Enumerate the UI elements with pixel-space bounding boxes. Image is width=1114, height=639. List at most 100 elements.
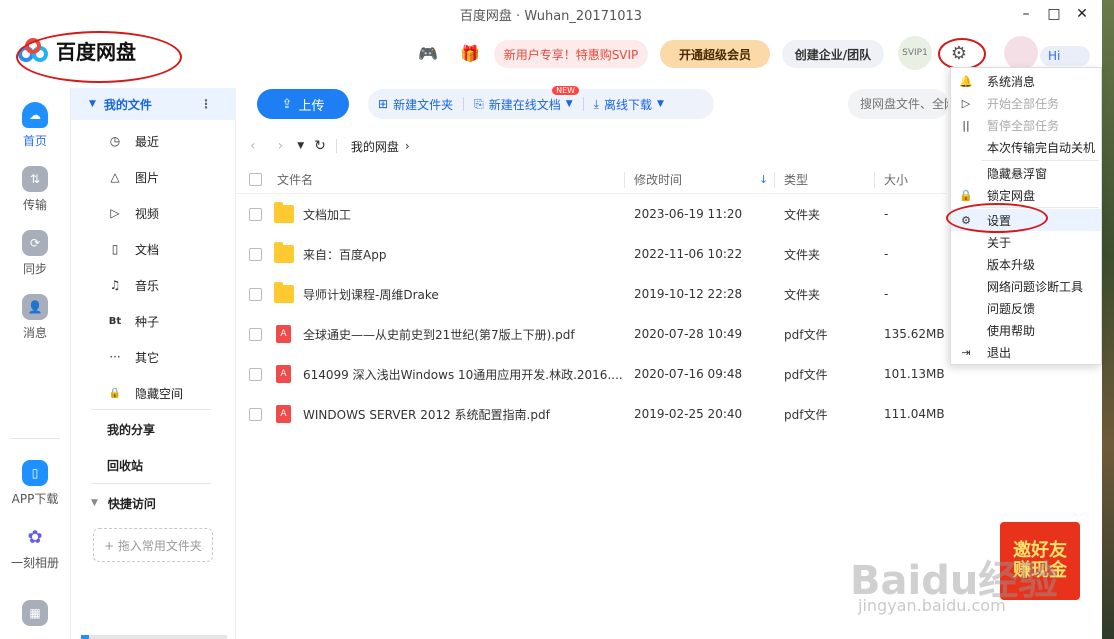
nav-label: 同步 <box>22 262 47 276</box>
settings-gear-icon[interactable]: ⚙ <box>946 40 972 66</box>
row-checkbox[interactable] <box>249 407 262 421</box>
menu-item-settings[interactable]: ⚙ 设置 <box>951 209 1101 231</box>
svip-avatar[interactable]: SVIP1 <box>898 36 932 70</box>
storage-progress-bar <box>81 635 227 639</box>
nav-app-download[interactable]: ▯ APP下载 <box>0 460 70 507</box>
menu-item-system-messages[interactable]: 🔔 系统消息 <box>951 70 1101 92</box>
table-row[interactable]: 文档加工 2023-06-19 11:20 文件夹 - <box>236 194 946 234</box>
menu-item-help[interactable]: 使用帮助 <box>951 319 1101 341</box>
menu-item-auto-shutdown[interactable]: 本次传输完自动关机 <box>951 136 1101 158</box>
sidebar-item-music[interactable]: ♫ 音乐 <box>71 269 236 301</box>
column-date[interactable]: 修改时间 <box>634 171 682 188</box>
file-name[interactable]: 文档加工 <box>303 206 623 223</box>
app-header: 百度网盘 🎮 🎁 新用户专享！特惠购SVIP 开通超级会员 创建企业/团队 SV… <box>0 28 1102 80</box>
create-team-button[interactable]: 创建企业/团队 <box>782 40 884 68</box>
menu-item-upgrade[interactable]: 版本升级 <box>951 253 1101 275</box>
maximize-button[interactable]: □ <box>1040 0 1068 28</box>
close-button[interactable]: ✕ <box>1068 0 1096 28</box>
search-input[interactable] <box>848 89 948 119</box>
menu-item-network-diagnose[interactable]: 网络问题诊断工具 <box>951 275 1101 297</box>
file-date: 2020-07-16 09:48 <box>634 367 743 381</box>
sidebar-item-torrents[interactable]: Bt 种子 <box>71 305 236 337</box>
phone-icon: ▯ <box>22 460 48 486</box>
lock-icon: 🔒 <box>959 188 973 202</box>
new-online-doc-button[interactable]: ⎘ 新建在线文档 ▼ NEW <box>464 85 583 113</box>
sidebar-item-images[interactable]: △ 图片 <box>71 161 236 193</box>
sidebar-item-videos[interactable]: ▷ 视频 <box>71 197 236 229</box>
nav-more[interactable]: ▦ <box>0 600 70 626</box>
table-row[interactable]: A WINDOWS SERVER 2012 系统配置指南.pdf 2019-02… <box>236 394 946 434</box>
row-checkbox[interactable] <box>249 207 262 221</box>
row-checkbox[interactable] <box>249 247 262 261</box>
menu-item-feedback[interactable]: 问题反馈 <box>951 297 1101 319</box>
sort-down-icon[interactable]: ↓ <box>759 173 768 186</box>
upload-button[interactable]: ⇪ 上传 <box>257 89 349 119</box>
sidebar-my-share[interactable]: 我的分享 <box>71 413 236 445</box>
sidebar-recycle-bin[interactable]: 回收站 <box>71 449 236 481</box>
column-size[interactable]: 大小 <box>884 171 908 188</box>
sidebar-item-label: 我的文件 <box>103 97 152 112</box>
open-vip-button[interactable]: 开通超级会员 <box>660 40 770 68</box>
menu-item-hide-float[interactable]: 隐藏悬浮窗 <box>951 162 1101 184</box>
file-size: - <box>884 247 889 261</box>
more-vertical-icon[interactable]: ⋮ <box>200 97 212 111</box>
file-name[interactable]: 全球通史——从史前史到21世纪(第7版上下册).pdf <box>303 326 623 343</box>
minimize-button[interactable]: – <box>1012 0 1040 28</box>
file-name[interactable]: 来自：百度App <box>303 246 623 263</box>
back-arrow-icon[interactable]: ‹ <box>250 138 256 154</box>
menu-item-pause-all[interactable]: || 暂停全部任务 <box>951 114 1101 136</box>
menu-item-start-all[interactable]: ▷ 开始全部任务 <box>951 92 1101 114</box>
user-avatar[interactable] <box>1004 36 1038 70</box>
hi-greeting[interactable]: Hi <box>1040 46 1090 66</box>
new-folder-button[interactable]: ⊞ 新建文件夹 <box>368 96 463 113</box>
file-name[interactable]: WINDOWS SERVER 2012 系统配置指南.pdf <box>303 406 623 423</box>
bt-icon: Bt <box>108 315 122 327</box>
sidebar-item-docs[interactable]: ▯ 文档 <box>71 233 236 265</box>
column-type[interactable]: 类型 <box>784 171 808 188</box>
history-dropdown-icon[interactable]: ▼ <box>297 141 304 151</box>
menu-item-label: 暂停全部任务 <box>987 118 1060 133</box>
svip-promo-button[interactable]: 新用户专享！特惠购SVIP <box>494 40 648 68</box>
file-name[interactable]: 614099 深入浅出Windows 10通用应用开发.林政.2016.... <box>303 366 623 383</box>
nav-label: APP下载 <box>11 492 59 506</box>
gift-icon[interactable]: 🎁 <box>460 44 480 63</box>
sidebar-item-other[interactable]: ··· 其它 <box>71 341 236 373</box>
table-header: 文件名 修改时间 ↓ 类型 大小 <box>236 166 946 194</box>
quick-access-drop-zone[interactable]: + 拖入常用文件夹 <box>93 528 213 562</box>
upload-label: 上传 <box>298 98 325 114</box>
file-name[interactable]: 导师计划课程-周维Drake <box>303 286 623 303</box>
logo[interactable]: 百度网盘 <box>18 36 136 65</box>
menu-item-lock[interactable]: 🔒 锁定网盘 <box>951 184 1101 206</box>
table-row[interactable]: A 全球通史——从史前史到21世纪(第7版上下册).pdf 2020-07-28… <box>236 314 946 354</box>
table-row[interactable]: 导师计划课程-周维Drake 2019-10-12 22:28 文件夹 - <box>236 274 946 314</box>
refresh-icon[interactable]: ↻ <box>314 138 326 154</box>
nav-messages[interactable]: 👤 消息 <box>0 294 70 341</box>
row-checkbox[interactable] <box>249 367 262 381</box>
row-checkbox[interactable] <box>249 287 262 301</box>
menu-item-exit[interactable]: ⇥ 退出 <box>951 341 1101 363</box>
svip-badge: SVIP1 <box>902 48 928 58</box>
album-icon: ✿ <box>22 524 48 550</box>
menu-item-about[interactable]: 关于 <box>951 231 1101 253</box>
forward-arrow-icon[interactable]: › <box>278 138 284 154</box>
sidebar-my-files[interactable]: ▼ 我的文件 ⋮ <box>71 88 236 120</box>
nav-home[interactable]: ☁ 首页 <box>0 102 70 149</box>
sidebar-item-recent[interactable]: ◷ 最近 <box>71 125 236 157</box>
breadcrumb-current[interactable]: 我的网盘 <box>351 138 399 155</box>
nav-transfer[interactable]: ⇅ 传输 <box>0 166 70 213</box>
column-name[interactable]: 文件名 <box>277 171 597 188</box>
row-checkbox[interactable] <box>249 327 262 341</box>
nav-sync[interactable]: ⟳ 同步 <box>0 230 70 277</box>
file-date: 2019-02-25 20:40 <box>634 407 743 421</box>
clock-icon: ◷ <box>109 134 121 148</box>
select-all-checkbox[interactable] <box>249 173 262 186</box>
table-row[interactable]: 来自：百度App 2022-11-06 10:22 文件夹 - <box>236 234 946 274</box>
offline-download-button[interactable]: ⤓ 离线下载 ▼ <box>584 96 674 113</box>
sidebar-item-hidden-space[interactable]: 🔒 隐藏空间 <box>71 377 236 409</box>
gamepad-icon[interactable]: 🎮 <box>418 44 438 63</box>
sidebar-quick-access[interactable]: ▼ 快捷访问 <box>71 487 236 519</box>
nav-album[interactable]: ✿ 一刻相册 <box>0 524 70 571</box>
path-bar: ‹ › ▼ ↻ 我的网盘 › <box>236 132 946 160</box>
file-size: 135.62MB <box>884 327 945 341</box>
table-row[interactable]: A 614099 深入浅出Windows 10通用应用开发.林政.2016...… <box>236 354 946 394</box>
